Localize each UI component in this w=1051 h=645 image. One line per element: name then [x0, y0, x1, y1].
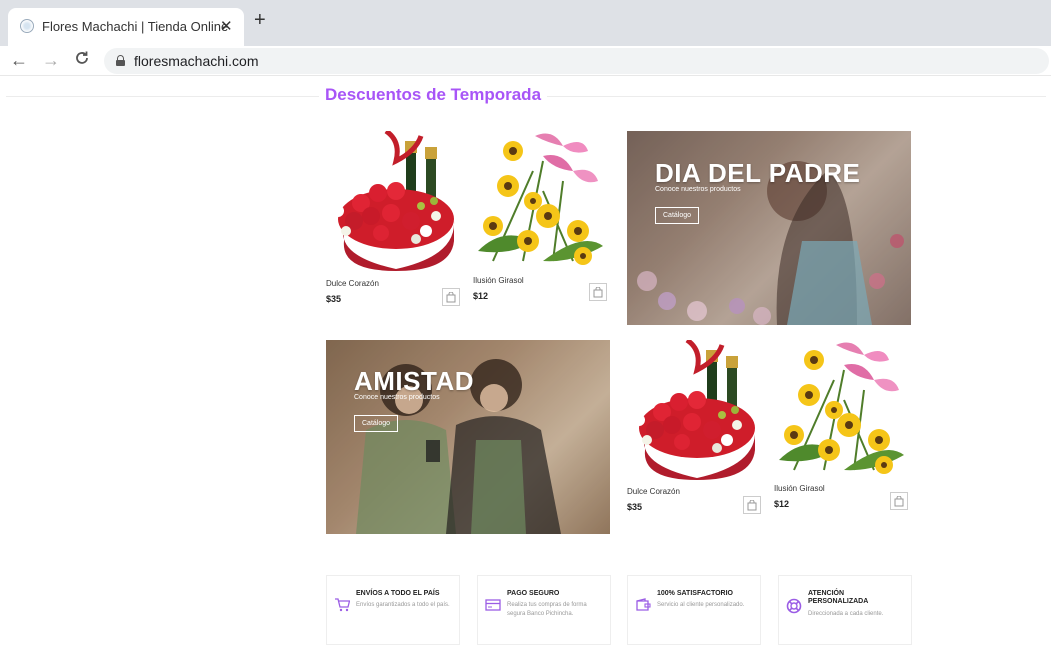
reload-button[interactable] [74, 50, 90, 71]
favicon-icon [20, 19, 34, 33]
banner-subtitle: Conoce nuestros productos [354, 394, 440, 401]
product-card[interactable]: Dulce Corazón $35 [627, 340, 767, 518]
product-price: $12 [473, 291, 489, 301]
feature-secure-payment: PAGO SEGURO Realiza tus compras de forma… [477, 575, 611, 645]
feature-title: 100% SATISFACTORIO [657, 590, 733, 597]
add-to-cart-button[interactable] [589, 283, 607, 301]
product-price: $35 [326, 294, 342, 304]
feature-title: PAGO SEGURO [507, 590, 560, 597]
reload-icon [76, 51, 88, 64]
browser-toolbar: ← → floresmachachi.com [0, 46, 1051, 76]
back-button[interactable]: ← [10, 50, 28, 70]
feature-text: Realiza tus compras de forma segura Banc… [507, 602, 587, 617]
product-image[interactable] [326, 131, 460, 271]
feature-text: Direccionada a cada cliente. [808, 611, 884, 617]
product-image[interactable] [473, 131, 607, 268]
product-price: $35 [627, 502, 643, 512]
product-image[interactable] [774, 340, 908, 477]
forward-button[interactable]: → [42, 50, 60, 70]
section-title: Descuentos de Temporada [319, 85, 548, 105]
product-image[interactable] [627, 340, 761, 480]
banner-title: DIA DEL PADRE [655, 158, 861, 188]
browser-tab-bar: Flores Machachi | Tienda Online ✕ + [0, 0, 1051, 46]
product-card[interactable]: Ilusión Girasol $12 [774, 340, 914, 518]
shopping-bag-icon [747, 500, 757, 511]
banner-dia-del-padre[interactable]: DIA DEL PADRE Conoce nuestros productos … [627, 131, 911, 325]
banner-title: AMISTAD [354, 366, 475, 396]
feature-text: Envíos garantizados a todo el país. [356, 602, 450, 608]
add-to-cart-button[interactable] [743, 496, 761, 514]
product-name[interactable]: Dulce Corazón [326, 279, 379, 288]
shopping-bag-icon [894, 496, 904, 507]
feature-personalized-attention: ATENCIÓN PERSONALIZADA Direccionada a ca… [778, 575, 912, 645]
shopping-bag-icon [593, 287, 603, 298]
product-price: $12 [774, 499, 790, 509]
catalog-button[interactable]: Catálogo [655, 207, 700, 224]
feature-satisfaction: 100% SATISFACTORIO Servicio al cliente p… [627, 575, 761, 645]
product-name[interactable]: Dulce Corazón [627, 487, 680, 496]
lifebuoy-icon [786, 598, 802, 619]
product-name[interactable]: Ilusión Girasol [774, 484, 825, 493]
feature-text: Servicio al cliente personalizado. [657, 602, 745, 608]
lock-icon [116, 55, 125, 66]
add-to-cart-button[interactable] [442, 288, 460, 306]
catalog-button[interactable]: Catálogo [354, 415, 399, 432]
product-card[interactable]: Ilusión Girasol $12 [473, 131, 613, 309]
browser-tab[interactable]: Flores Machachi | Tienda Online ✕ [8, 8, 244, 46]
feature-title: ATENCIÓN PERSONALIZADA [808, 590, 869, 605]
credit-card-icon [485, 598, 501, 617]
tab-title: Flores Machachi | Tienda Online [42, 19, 229, 34]
shopping-bag-icon [446, 292, 456, 303]
close-tab-icon[interactable]: ✕ [220, 17, 233, 35]
cart-icon [334, 598, 351, 617]
banner-subtitle: Conoce nuestros productos [655, 186, 741, 193]
new-tab-button[interactable]: + [254, 10, 266, 30]
feature-title: ENVÍOS A TODO EL PAÍS [356, 590, 440, 597]
wallet-icon [635, 598, 651, 617]
product-name[interactable]: Ilusión Girasol [473, 276, 524, 285]
banner-amistad[interactable]: AMISTAD Conoce nuestros productos Catálo… [326, 340, 610, 534]
url-text[interactable]: floresmachachi.com [134, 53, 259, 69]
add-to-cart-button[interactable] [890, 492, 908, 510]
product-card[interactable]: Dulce Corazón $35 [326, 131, 466, 309]
page-content: Descuentos de Temporada Dulce Corazón $3… [0, 77, 1051, 645]
address-bar[interactable]: floresmachachi.com [104, 48, 1049, 74]
feature-shipping: ENVÍOS A TODO EL PAÍS Envíos garantizado… [326, 575, 460, 645]
